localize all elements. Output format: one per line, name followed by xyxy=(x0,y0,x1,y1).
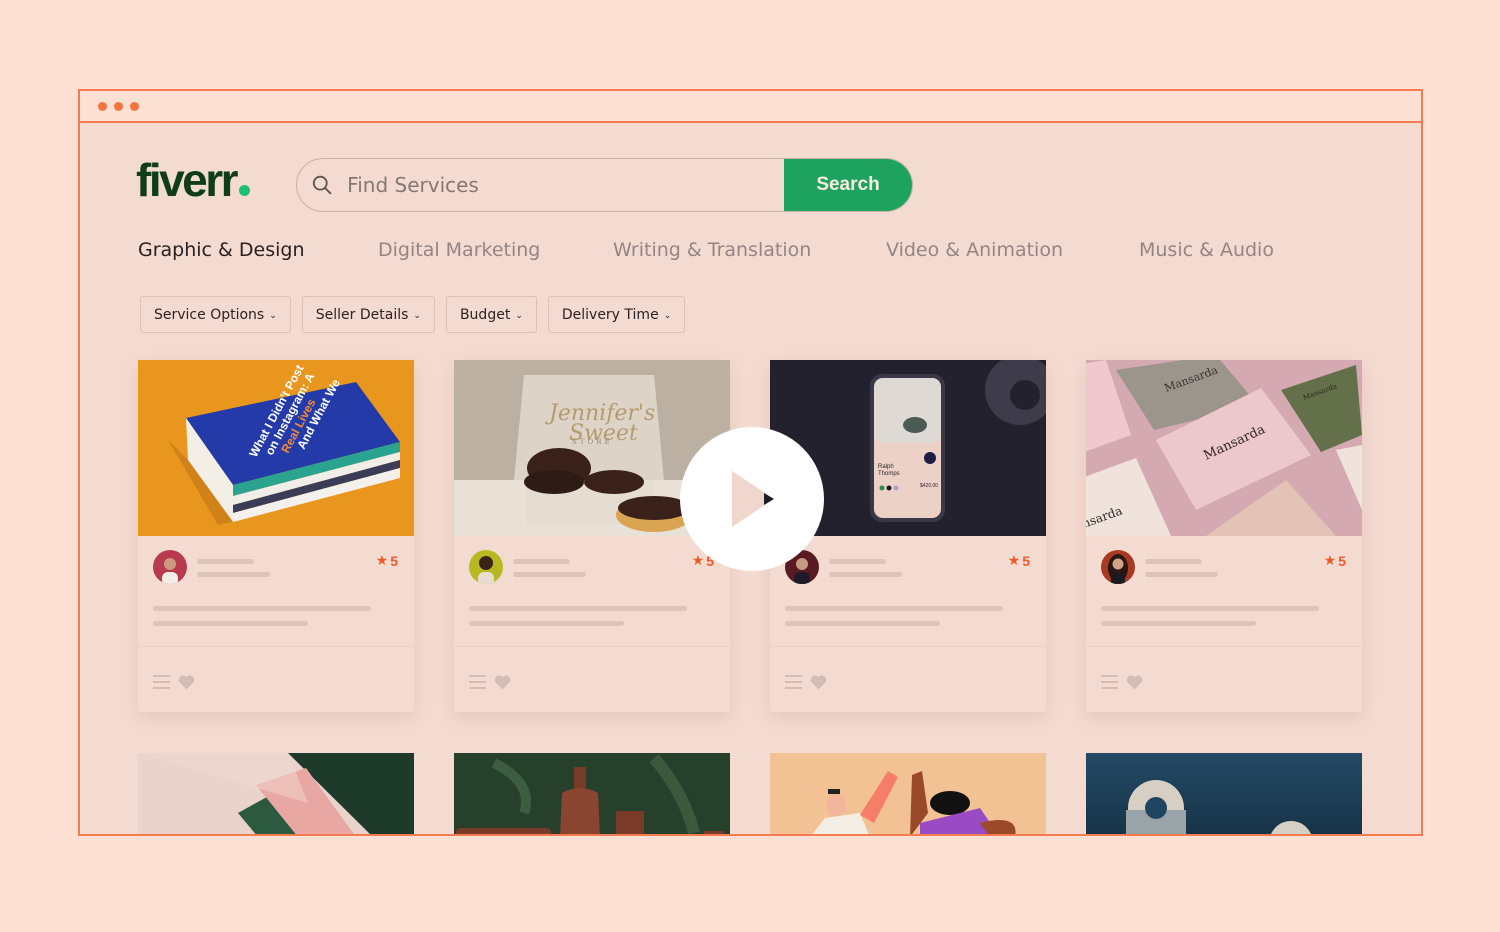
category-tab-digital-marketing[interactable]: Digital Marketing xyxy=(378,239,613,261)
heart-icon[interactable] xyxy=(178,675,195,690)
gig-title-placeholder xyxy=(153,606,371,611)
gig-title-placeholder xyxy=(153,621,308,626)
chevron-down-icon: ⌄ xyxy=(515,310,523,321)
filter-delivery-time[interactable]: Delivery Time ⌄ xyxy=(547,296,686,333)
category-tab-video-animation[interactable]: Video & Animation xyxy=(886,239,1139,261)
seller-level-placeholder xyxy=(829,572,902,577)
svg-text:Ralph: Ralph xyxy=(878,464,894,470)
gig-rating: ★ 5 xyxy=(1008,552,1030,569)
search-icon xyxy=(312,175,332,195)
menu-icon[interactable] xyxy=(1101,675,1118,689)
gig-info: ★ 5 xyxy=(454,536,730,647)
gig-title-placeholder xyxy=(785,621,940,626)
logo-dot xyxy=(239,185,251,196)
seller-name-placeholder xyxy=(829,559,886,564)
seller-level-placeholder xyxy=(1145,572,1218,577)
gig-image-book-cover[interactable]: What I Didn't Post on Instagram: A Real … xyxy=(138,360,414,536)
seller-name-placeholder xyxy=(197,559,254,564)
heart-icon[interactable] xyxy=(1126,675,1143,690)
gig-title-placeholder xyxy=(1101,606,1319,611)
chevron-down-icon: ⌄ xyxy=(663,310,672,321)
gig-card[interactable]: Mansarda Mansarda Mansarda nsarda ★ 5 xyxy=(1086,360,1362,712)
gig-actions xyxy=(138,647,414,712)
search-bar: Search xyxy=(296,158,913,212)
seller-level-placeholder xyxy=(197,572,270,577)
filter-label: Service Options xyxy=(154,306,265,323)
category-tab-writing-translation[interactable]: Writing & Translation xyxy=(613,239,886,261)
seller-level-placeholder xyxy=(513,572,586,577)
svg-text:$420.00: $420.00 xyxy=(920,483,938,489)
gig-actions xyxy=(454,647,730,712)
gig-info: ★ 5 xyxy=(1086,536,1362,647)
heart-icon[interactable] xyxy=(494,675,511,690)
category-tab-music-audio[interactable]: Music & Audio xyxy=(1139,239,1274,261)
seller-avatar[interactable] xyxy=(1101,550,1135,584)
gig-image-business-cards-green xyxy=(138,753,414,834)
gig-card-partial[interactable] xyxy=(770,753,1046,834)
window-titlebar xyxy=(80,91,1421,123)
filter-label: Delivery Time xyxy=(561,306,659,323)
gig-image-cosmetic-bottles xyxy=(454,753,730,834)
gig-title-placeholder xyxy=(469,621,624,626)
gig-card-partial[interactable] xyxy=(138,753,414,834)
seller-avatar[interactable] xyxy=(153,550,187,584)
gig-rating: ★ 5 xyxy=(1324,552,1346,569)
rating-value: 5 xyxy=(390,552,398,569)
business-cards-illustration: Mansarda Mansarda Mansarda nsarda xyxy=(1086,360,1362,536)
svg-text:Thomps: Thomps xyxy=(878,471,900,477)
gig-image-business-cards[interactable]: Mansarda Mansarda Mansarda nsarda xyxy=(1086,360,1362,536)
star-icon: ★ xyxy=(1323,552,1337,568)
filter-label: Seller Details xyxy=(315,306,409,323)
window-control-dot[interactable] xyxy=(114,101,123,111)
gig-info: ★ 5 xyxy=(138,536,414,647)
gig-title-placeholder xyxy=(1101,621,1256,626)
search-input[interactable] xyxy=(347,173,784,197)
star-icon: ★ xyxy=(375,552,389,568)
rating-value: 5 xyxy=(1338,552,1346,569)
rating-value: 5 xyxy=(1022,552,1030,569)
gig-image-3d-shapes xyxy=(1086,753,1362,834)
category-tab-graphic-design[interactable]: Graphic & Design xyxy=(138,239,378,261)
seller-name-placeholder xyxy=(1145,559,1202,564)
filter-seller-details[interactable]: Seller Details ⌄ xyxy=(301,296,435,333)
fiverr-logo[interactable]: fiverr xyxy=(136,154,251,206)
gig-actions xyxy=(770,647,1046,712)
gig-card-partial[interactable] xyxy=(454,753,730,834)
gig-image-high-five-illustration xyxy=(770,753,1046,834)
book-illustration: What I Didn't Post on Instagram: A Real … xyxy=(168,363,400,525)
gig-card[interactable]: What I Didn't Post on Instagram: A Real … xyxy=(138,360,414,712)
gig-rating: ★ 5 xyxy=(376,552,398,569)
menu-icon[interactable] xyxy=(469,675,486,689)
gig-info: ★ 5 xyxy=(770,536,1046,647)
gig-card[interactable]: Jennifer's Sweet STORE ★ 5 xyxy=(454,360,730,712)
menu-icon[interactable] xyxy=(153,675,170,689)
gig-title-placeholder xyxy=(785,606,1003,611)
window-control-dot[interactable] xyxy=(98,101,107,111)
filter-label: Budget xyxy=(459,306,511,323)
menu-icon[interactable] xyxy=(785,675,802,689)
svg-text:STORE: STORE xyxy=(572,438,613,446)
star-icon: ★ xyxy=(691,552,705,568)
page-content: fiverr Search Graphic & Design Digital M… xyxy=(80,123,1421,834)
star-icon: ★ xyxy=(1007,552,1021,568)
window-control-dot[interactable] xyxy=(130,101,139,111)
search-button[interactable]: Search xyxy=(784,159,912,211)
gig-title-placeholder xyxy=(469,606,687,611)
seller-name-placeholder xyxy=(513,559,570,564)
heart-icon[interactable] xyxy=(810,675,827,690)
video-play-button[interactable] xyxy=(680,427,824,571)
chevron-down-icon: ⌄ xyxy=(413,310,421,321)
chevron-down-icon: ⌄ xyxy=(269,310,277,321)
logo-text: fiverr xyxy=(136,154,239,206)
filter-bar: Service Options ⌄ Seller Details ⌄ Budge… xyxy=(140,296,686,333)
category-nav: Graphic & Design Digital Marketing Writi… xyxy=(138,239,1274,261)
gig-actions xyxy=(1086,647,1362,712)
play-icon xyxy=(732,471,774,527)
gig-card-partial[interactable] xyxy=(1086,753,1362,834)
browser-window: fiverr Search Graphic & Design Digital M… xyxy=(78,89,1423,836)
search-field[interactable] xyxy=(297,159,784,211)
filter-budget[interactable]: Budget ⌄ xyxy=(445,296,537,333)
filter-service-options[interactable]: Service Options ⌄ xyxy=(140,296,291,333)
seller-avatar[interactable] xyxy=(469,550,503,584)
